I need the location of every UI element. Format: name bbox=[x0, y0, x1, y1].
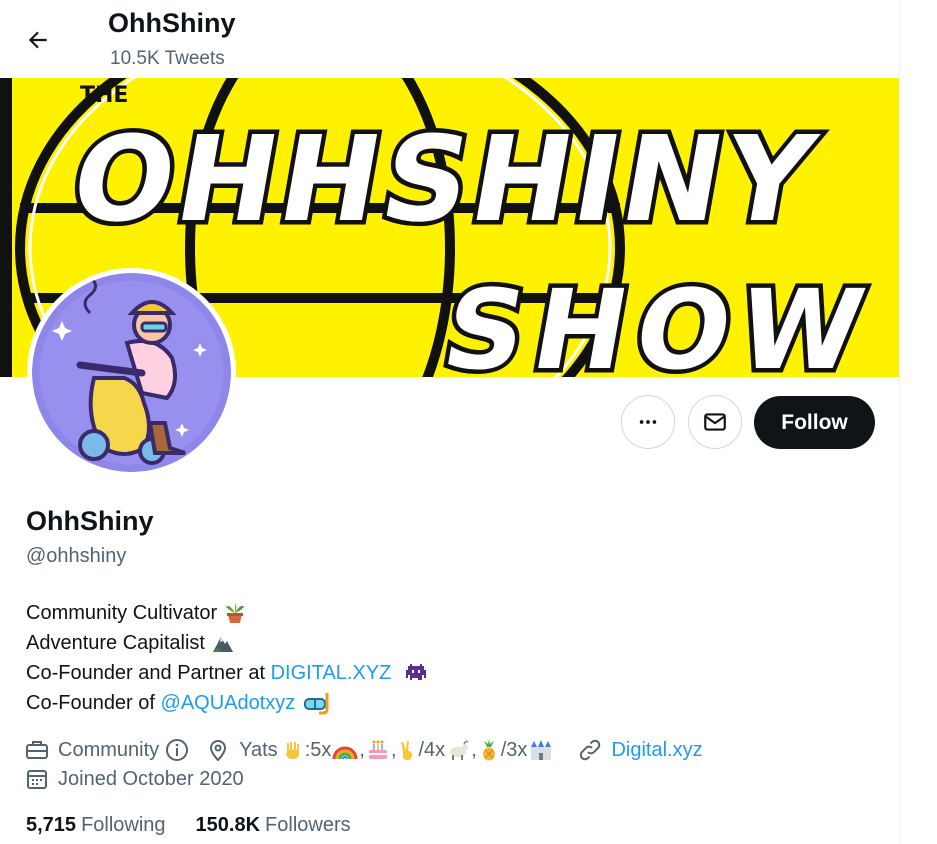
banner-text-the: THE bbox=[80, 83, 128, 108]
castle-icon bbox=[531, 740, 552, 760]
more-options-button[interactable] bbox=[621, 395, 675, 449]
alien-monster-icon bbox=[406, 664, 427, 680]
joined-row: Joined October 2020 bbox=[24, 765, 244, 793]
digital-xyz-link[interactable]: DIGITAL.XYZ bbox=[271, 658, 392, 688]
birthday-cake-icon bbox=[368, 740, 387, 759]
bio-text-2: Adventure Capitalist bbox=[26, 632, 205, 654]
profile-column: OhhShiny 10.5K Tweets THE OHHSHINY SHOW … bbox=[0, 0, 900, 844]
banner-title-block: OHHSHINY bbox=[57, 107, 832, 253]
diving-mask-icon bbox=[304, 693, 329, 715]
mountain-icon bbox=[212, 637, 233, 652]
user-handle: @ohhshiny bbox=[26, 545, 127, 567]
pineapple-icon bbox=[482, 739, 495, 761]
following-label: Following bbox=[81, 814, 166, 836]
bio-line-4: Co-Founder of @AQUAdotxyz bbox=[26, 688, 429, 718]
rainbow-icon bbox=[332, 746, 358, 760]
potted-plant-icon bbox=[226, 603, 245, 623]
banner-text-main: OHHSHINY bbox=[62, 112, 828, 249]
tweet-count: 10.5K Tweets bbox=[110, 48, 225, 69]
location-sep1: , bbox=[359, 738, 365, 761]
goat-icon bbox=[450, 740, 469, 760]
more-dots-icon bbox=[639, 420, 657, 424]
arrow-left-icon bbox=[28, 31, 47, 49]
bio-line-2: Adventure Capitalist bbox=[26, 628, 429, 658]
bio-text-1: Community Cultivator bbox=[26, 602, 218, 624]
header-title: OhhShiny bbox=[108, 8, 236, 38]
display-name: OhhShiny bbox=[26, 506, 154, 536]
location-part1: :5x bbox=[304, 738, 332, 761]
vulcan-salute-icon bbox=[285, 742, 299, 759]
bio-text-3: Co-Founder and Partner at bbox=[26, 662, 271, 684]
banner-text-sub: SHOW bbox=[434, 267, 883, 377]
back-button[interactable] bbox=[18, 20, 58, 60]
location-part3: /3x bbox=[500, 738, 528, 761]
envelope-icon bbox=[704, 413, 726, 431]
bio-text-4: Co-Founder of bbox=[26, 692, 161, 714]
location-pin-icon bbox=[205, 737, 231, 763]
avatar-image bbox=[32, 273, 231, 472]
briefcase-icon bbox=[24, 737, 50, 763]
category-label: Community bbox=[58, 738, 160, 761]
following-link[interactable]: 5,715 Following bbox=[26, 814, 166, 837]
location-sep3: , bbox=[471, 738, 477, 761]
victory-hand-icon bbox=[400, 741, 412, 760]
follow-stats: 5,715 Following 150.8K Followers bbox=[26, 814, 381, 837]
info-icon[interactable] bbox=[165, 738, 189, 762]
followers-count: 150.8K bbox=[195, 814, 261, 836]
joined-date: Joined October 2020 bbox=[58, 767, 244, 790]
location-part2: /4x bbox=[418, 738, 446, 761]
followers-link[interactable]: 150.8K Followers bbox=[196, 814, 351, 837]
bio-line-3: Co-Founder and Partner at DIGITAL.XYZ bbox=[26, 658, 429, 688]
website-link[interactable]: Digital.xyz bbox=[611, 739, 702, 762]
message-button[interactable] bbox=[688, 395, 742, 449]
bio-line-1: Community Cultivator bbox=[26, 598, 429, 628]
following-count: 5,715 bbox=[26, 814, 77, 836]
profile-meta-row: Community Yats :5x , , /4x , /3x Digital… bbox=[24, 736, 703, 764]
calendar-icon bbox=[24, 766, 50, 792]
location-prefix: Yats bbox=[239, 738, 278, 761]
bio: Community Cultivator Adventure Capitalis… bbox=[26, 598, 429, 718]
banner-sub-block: SHOW bbox=[430, 262, 888, 377]
link-icon bbox=[577, 737, 603, 763]
profile-header: OhhShiny 10.5K Tweets bbox=[0, 0, 899, 78]
follow-button[interactable]: Follow bbox=[754, 396, 875, 449]
aquadotxyz-link[interactable]: @AQUAdotxyz bbox=[161, 688, 296, 718]
location-sep2: , bbox=[390, 738, 397, 761]
avatar[interactable] bbox=[27, 268, 236, 477]
followers-label: Followers bbox=[265, 814, 351, 836]
